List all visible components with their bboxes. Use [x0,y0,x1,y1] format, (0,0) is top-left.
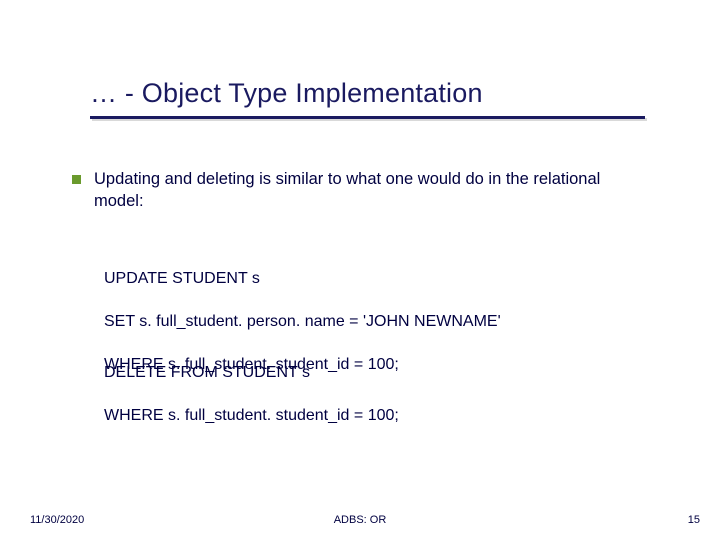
slide: … - Object Type Implementation Updating … [0,0,720,540]
code-line: SET s. full_student. person. name = 'JOH… [104,311,664,333]
footer-page-number: 15 [688,514,700,526]
sql-delete-block: DELETE FROM STUDENT s WHERE s. full_stud… [104,340,664,448]
code-line: WHERE s. full_student. student_id = 100; [104,405,664,427]
code-line: UPDATE STUDENT s [104,268,664,290]
title-underline [90,116,645,119]
title-area: … - Object Type Implementation [90,78,650,109]
footer-center: ADBS: OR [0,514,720,526]
slide-title: … - Object Type Implementation [90,78,483,108]
body-paragraph: Updating and deleting is similar to what… [94,168,654,213]
bullet-icon [72,175,81,184]
code-line: DELETE FROM STUDENT s [104,362,664,384]
